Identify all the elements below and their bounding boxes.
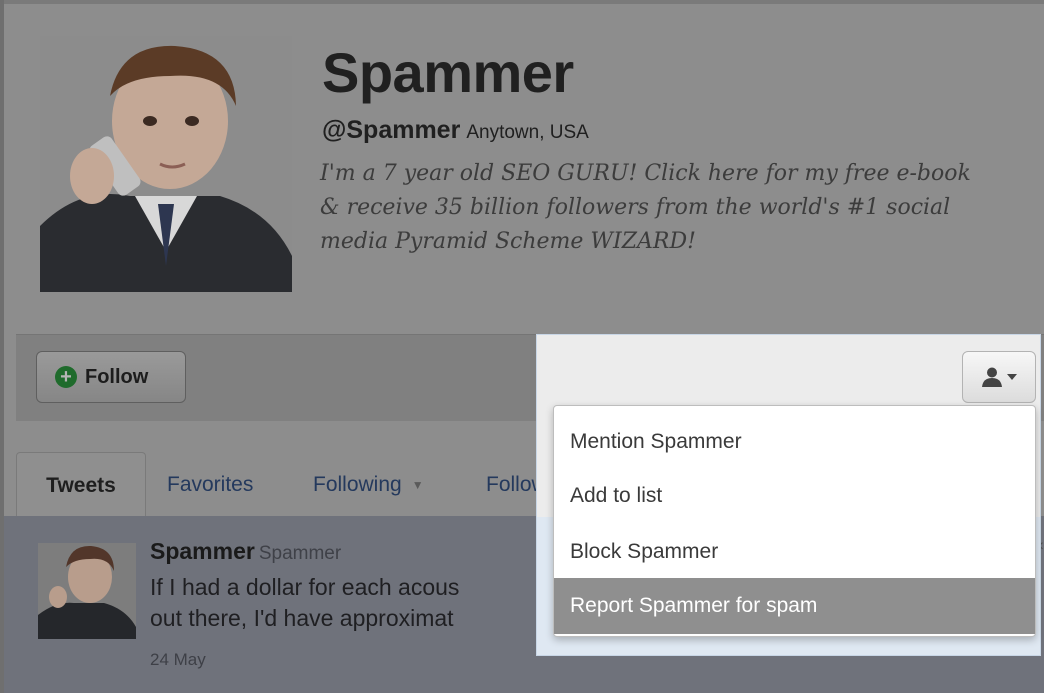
profile-location: Anytown, USA bbox=[466, 122, 589, 143]
tab-tweets[interactable]: Tweets bbox=[16, 452, 146, 519]
profile-handle-row: @Spammer Anytown, USA bbox=[322, 116, 589, 145]
tweet-text-line: If I had a dollar for each acous bbox=[150, 574, 460, 600]
menu-item-label: Add to list bbox=[570, 484, 663, 507]
follow-button-label: Follow bbox=[85, 365, 149, 388]
tab-favorites-label: Favorites bbox=[167, 473, 254, 496]
window-top-edge bbox=[0, 0, 1044, 4]
menu-item-report-spam[interactable]: Report Spammer for spam bbox=[554, 578, 1035, 634]
chevron-down-icon: ▼ bbox=[411, 478, 424, 492]
tweet-date[interactable]: 24 May bbox=[150, 650, 206, 670]
menu-item-add-to-list[interactable]: Add to list bbox=[554, 468, 1035, 524]
plus-icon: + bbox=[55, 366, 77, 388]
user-actions-dropdown: Mention Spammer Add to list Block Spamme… bbox=[553, 405, 1036, 637]
chevron-down-icon bbox=[1007, 374, 1017, 380]
menu-item-label: Block Spammer bbox=[570, 540, 719, 563]
tweet-avatar[interactable] bbox=[38, 543, 136, 639]
tweet-author-username[interactable]: Spammer bbox=[259, 543, 341, 564]
profile-handle: @Spammer bbox=[322, 116, 461, 144]
person-icon bbox=[982, 367, 1002, 387]
tweet-author-name[interactable]: Spammer bbox=[150, 538, 255, 564]
menu-item-label: Report Spammer for spam bbox=[570, 594, 818, 617]
tab-favorites[interactable]: Favorites bbox=[167, 452, 253, 518]
profile-tabs: Tweets Favorites Following ▼ Follow bbox=[16, 452, 556, 519]
tweet-author: Spammer Spammer bbox=[150, 538, 341, 565]
profile-page: Spammer @Spammer Anytown, USA I'm a 7 yea… bbox=[0, 0, 1044, 693]
profile-avatar bbox=[40, 36, 292, 292]
menu-item-block[interactable]: Block Spammer bbox=[554, 524, 1035, 580]
menu-item-mention[interactable]: Mention Spammer bbox=[554, 414, 1035, 470]
profile-avatar-image bbox=[40, 36, 292, 292]
tab-following-label: Following bbox=[313, 473, 402, 496]
user-actions-button[interactable] bbox=[962, 351, 1036, 403]
tweet-text: If I had a dollar for each acous out the… bbox=[150, 572, 560, 634]
tab-tweets-label: Tweets bbox=[46, 474, 116, 497]
profile-bio: I'm a 7 year old SEO GURU! Click here fo… bbox=[320, 161, 971, 254]
tab-following[interactable]: Following ▼ bbox=[313, 452, 424, 518]
tweet-avatar-image bbox=[38, 543, 136, 639]
tweet-text-line: out there, I'd have approximat bbox=[150, 605, 454, 631]
follow-button[interactable]: + Follow bbox=[36, 351, 186, 403]
profile-name: Spammer bbox=[322, 41, 574, 104]
menu-item-label: Mention Spammer bbox=[570, 430, 742, 453]
